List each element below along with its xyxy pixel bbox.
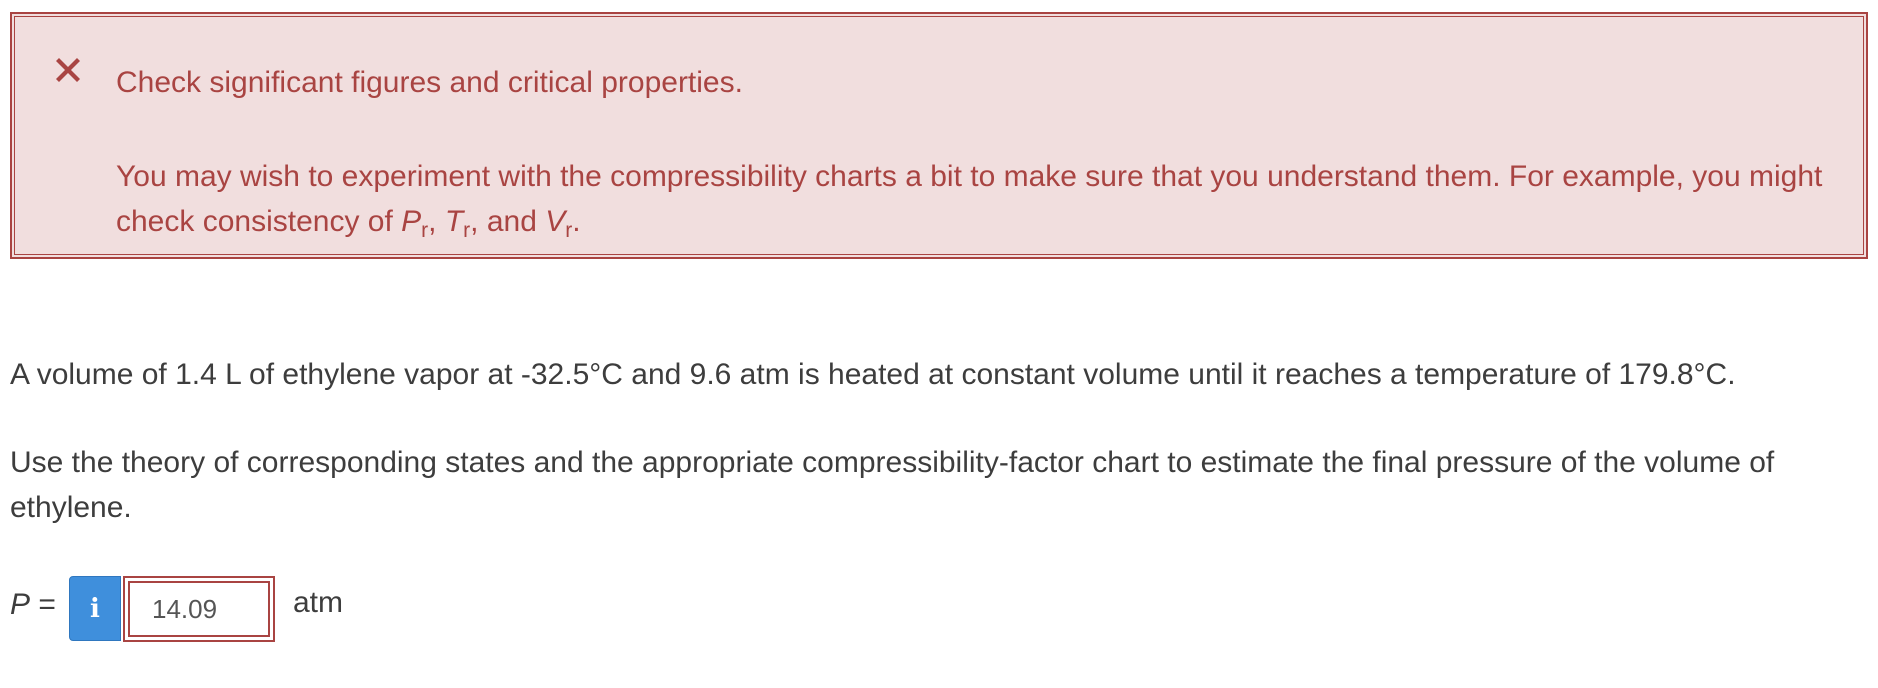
- info-button[interactable]: i: [69, 576, 121, 641]
- feedback-body: You may wish to experiment with the comp…: [116, 154, 1836, 244]
- vr-symbol: V: [545, 205, 566, 238]
- answer-input[interactable]: [128, 581, 270, 637]
- pr-symbol: P: [401, 205, 422, 238]
- body-suffix: .: [572, 205, 581, 238]
- answer-unit: atm: [293, 586, 344, 619]
- answer-row: P = i atm: [10, 576, 610, 642]
- answer-label: P =: [10, 588, 56, 622]
- problem-question: Use the theory of corresponding states a…: [10, 446, 1775, 524]
- close-x-icon: [56, 58, 80, 82]
- problem-statement: A volume of 1.4 L of ethylene vapor at -…: [10, 358, 1736, 391]
- separator-1: ,: [428, 205, 445, 238]
- feedback-body-text: You may wish to experiment with the comp…: [116, 160, 1823, 238]
- feedback-alert: Check significant figures and critical p…: [10, 12, 1868, 259]
- feedback-title: Check significant figures and critical p…: [116, 66, 743, 99]
- info-icon: i: [90, 593, 100, 624]
- separator-2: , and: [470, 205, 546, 238]
- tr-symbol: T: [444, 205, 464, 238]
- answer-equals: =: [30, 588, 56, 621]
- answer-field[interactable]: [123, 576, 275, 642]
- answer-variable: P: [10, 588, 31, 621]
